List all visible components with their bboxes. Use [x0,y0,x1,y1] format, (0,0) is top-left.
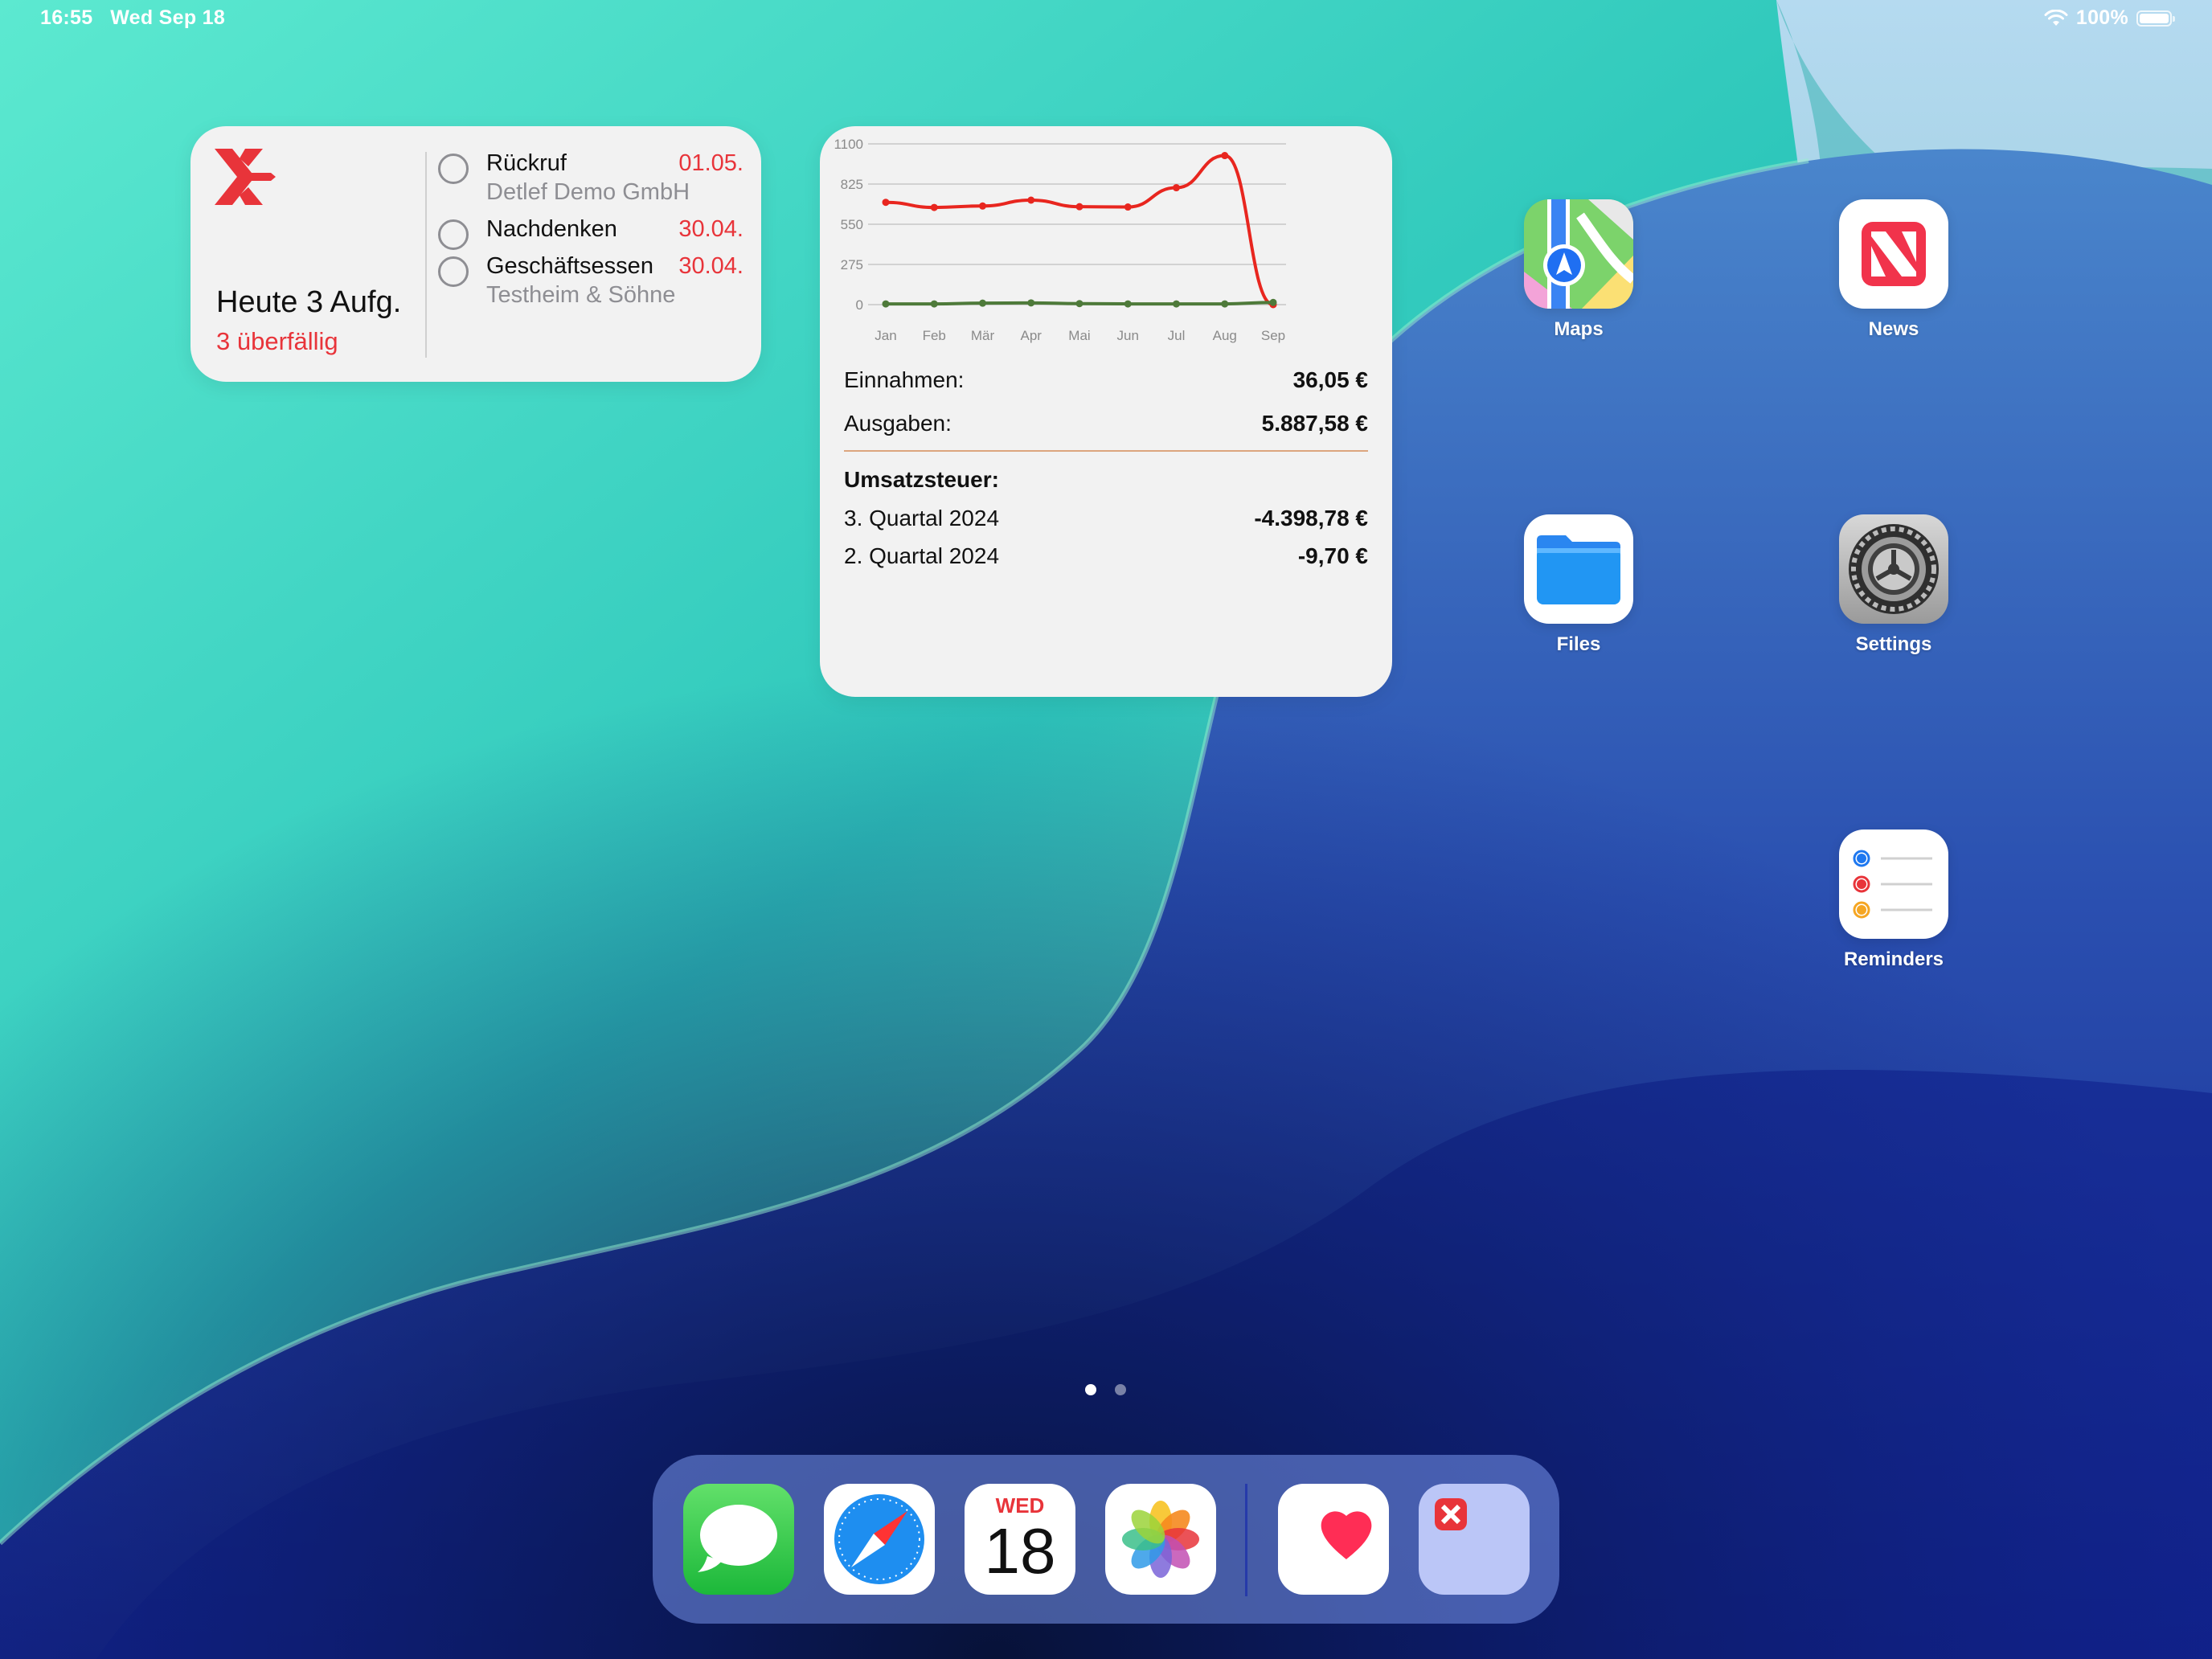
home-screen: 16:55 Wed Sep 18 100% Heute 3 Aufg. 3 üb… [0,0,2212,1659]
income-row: Einnahmen: 36,05 € [844,367,1368,393]
tasks-today-summary: Heute 3 Aufg. [216,285,402,319]
vat-heading: Umsatzsteuer: [844,467,999,492]
app-settings[interactable]: Settings [1839,514,1948,656]
calendar-icon[interactable]: WED 18 [965,1484,1075,1595]
data-point [882,300,890,308]
photos-icon[interactable] [1105,1484,1216,1595]
x-logo-icon [215,149,276,205]
expense-label: Ausgaben: [844,411,952,436]
vat-quarter-label: 2. Quartal 2024 [844,543,1000,568]
page-indicator-dot-active[interactable] [1085,1384,1096,1395]
status-time: 16:55 [40,6,93,29]
expense-row: Ausgaben: 5.887,58 € [844,411,1368,436]
x-tick-label: Apr [1021,328,1043,343]
wifi-icon [2044,9,2068,26]
folder-icon [1524,514,1633,624]
task-due-date: 30.04. [678,253,743,279]
income-label: Einnahmen: [844,367,965,392]
tasks-overdue-count: 3 überfällig [216,327,338,355]
page-indicator-dot[interactable] [1115,1384,1126,1395]
task-subtitle: Testheim & Söhne [486,282,676,308]
x-tick-label: Jan [875,328,896,343]
app-label: News [1868,318,1919,340]
status-bar-left: 16:55 Wed Sep 18 [40,6,225,30]
x-tick-label: Mär [971,328,995,343]
maps-icon [1524,199,1633,309]
task-due-date: 30.04. [678,216,743,242]
data-point [1173,300,1180,308]
data-point [1173,184,1180,192]
task-checkbox[interactable] [438,256,469,287]
x-tick-label: Feb [923,328,946,343]
x-tick-label: Mai [1068,328,1090,343]
data-point [1027,196,1035,204]
y-tick-label: 275 [841,257,863,272]
data-point [1269,298,1277,306]
data-point [1075,300,1083,308]
gear-icon [1839,514,1948,624]
x-app-mini-icon [1435,1498,1467,1530]
expense-value: 5.887,58 € [1261,411,1368,436]
app-maps[interactable]: Maps [1524,199,1633,341]
status-date: Wed Sep 18 [110,6,226,29]
task-title: Geschäftsessen [486,253,653,279]
dock: WED 18 [653,1455,1559,1624]
data-point [979,299,986,307]
y-tick-label: 1100 [834,137,863,152]
data-point [930,203,938,211]
data-point [1027,299,1035,307]
status-bar-right: 100% [2044,6,2175,30]
finance-widget[interactable]: 1100 825 550 275 0 Jan Feb Mär Apr Mai Jun Jul Aug Se… [820,126,1392,697]
y-tick-label: 0 [856,297,863,313]
app-label: Maps [1554,318,1604,340]
task-title: Rückruf [486,150,567,176]
data-point [930,300,938,308]
income-value: 36,05 € [1292,367,1368,392]
health-icon[interactable] [1278,1484,1389,1595]
news-icon [1839,199,1948,309]
safari-icon[interactable] [824,1484,935,1595]
vat-quarter-row: 3. Quartal 2024 -4.398,78 € [844,506,1368,531]
tasks-widget[interactable]: Heute 3 Aufg. 3 überfällig Rückruf 01.05… [190,126,761,382]
app-label: Settings [1855,633,1932,655]
dock-divider [1245,1484,1247,1596]
data-point [1124,300,1132,308]
x-tick-label: Aug [1213,328,1237,343]
app-label: Files [1556,633,1601,655]
data-point [882,199,890,207]
task-checkbox[interactable] [438,219,469,250]
vat-quarter-label: 3. Quartal 2024 [844,506,1000,530]
divider [425,152,427,358]
revenue-expense-chart: 1100 825 550 275 0 Jan Feb Mär Apr Mai Jun Jul Aug Se… [834,137,1286,343]
x-tick-label: Jun [1117,328,1139,343]
task-due-date: 01.05. [678,150,743,176]
vat-quarter-value: -4.398,78 € [1254,506,1368,530]
y-tick-label: 550 [841,217,863,232]
vat-quarter-row: 2. Quartal 2024 -9,70 € [844,543,1368,569]
x-tick-label: Sep [1261,328,1285,343]
divider [844,450,1368,452]
reminders-icon [1839,830,1948,939]
messages-icon[interactable] [683,1484,794,1595]
app-folder-icon[interactable] [1419,1484,1530,1595]
data-point [1124,203,1132,211]
x-tick-label: Jul [1168,328,1186,343]
data-point [979,202,986,210]
task-checkbox[interactable] [438,154,469,184]
vat-quarter-value: -9,70 € [1297,543,1368,568]
task-subtitle: Detlef Demo GmbH [486,179,690,205]
task-title: Nachdenken [486,216,617,242]
series-line [885,154,1274,306]
app-files[interactable]: Files [1524,514,1633,656]
y-tick-label: 825 [841,177,863,192]
data-point [1221,152,1229,160]
calendar-day: 18 [984,1515,1056,1587]
app-label: Reminders [1843,948,1944,970]
battery-percentage: 100% [2075,6,2128,29]
data-point [1221,300,1229,308]
app-news[interactable]: News [1839,199,1948,341]
data-point [1075,203,1083,211]
battery-icon [2136,10,2175,27]
app-reminders[interactable]: Reminders [1839,830,1948,971]
